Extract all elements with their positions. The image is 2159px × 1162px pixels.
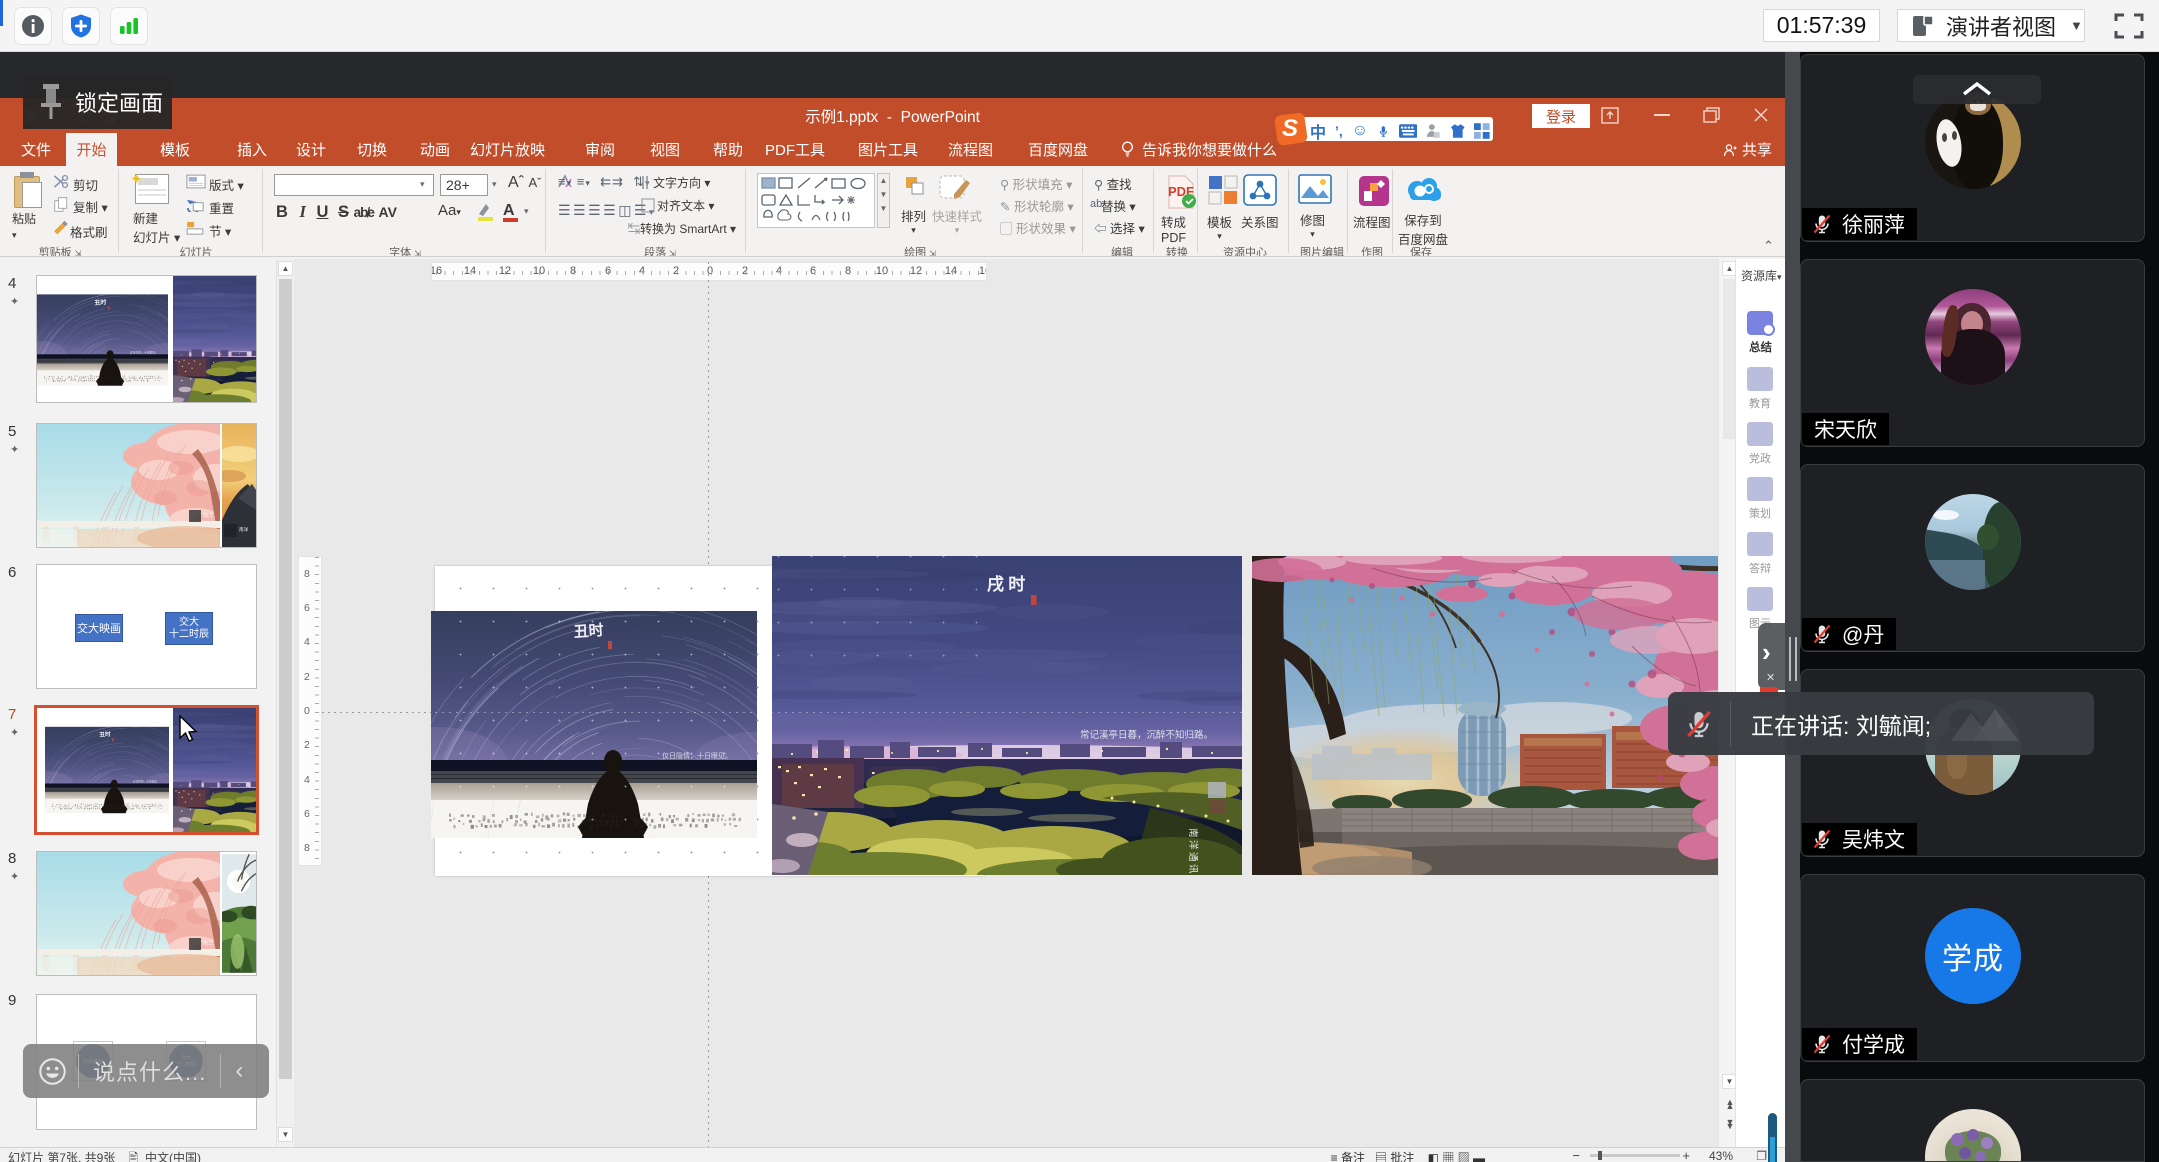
svg-text:对齐文本 ▾: 对齐文本 ▾ <box>657 198 714 213</box>
svg-text:文字方向 ▾: 文字方向 ▾ <box>653 175 710 190</box>
